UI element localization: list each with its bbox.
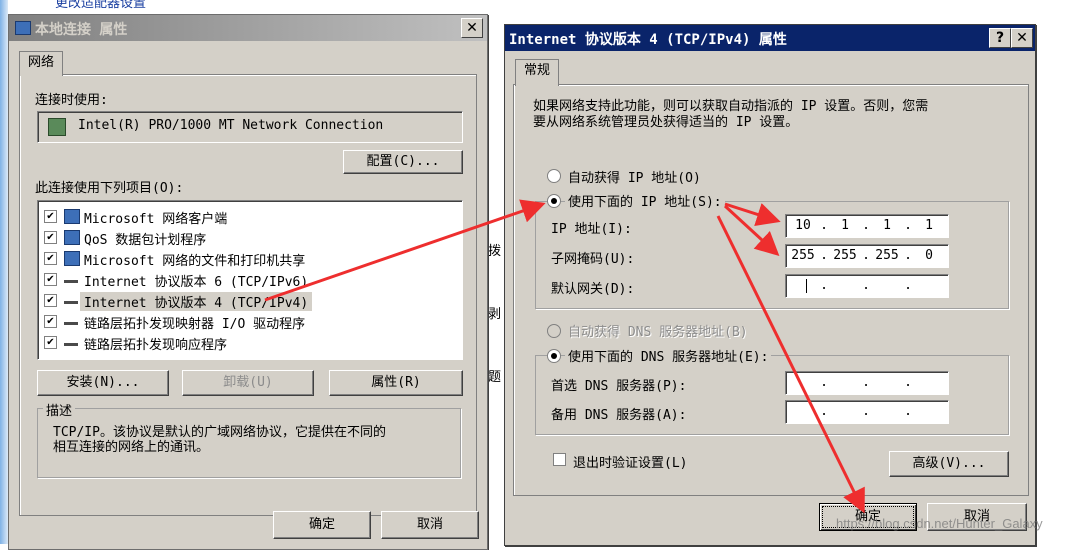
tab-network[interactable]: 网络: [19, 51, 64, 76]
arrow-to-ipv4-dialog: [264, 199, 546, 302]
tab-general[interactable]: 常规: [515, 59, 560, 86]
arrow-to-ok-button: [716, 215, 865, 514]
